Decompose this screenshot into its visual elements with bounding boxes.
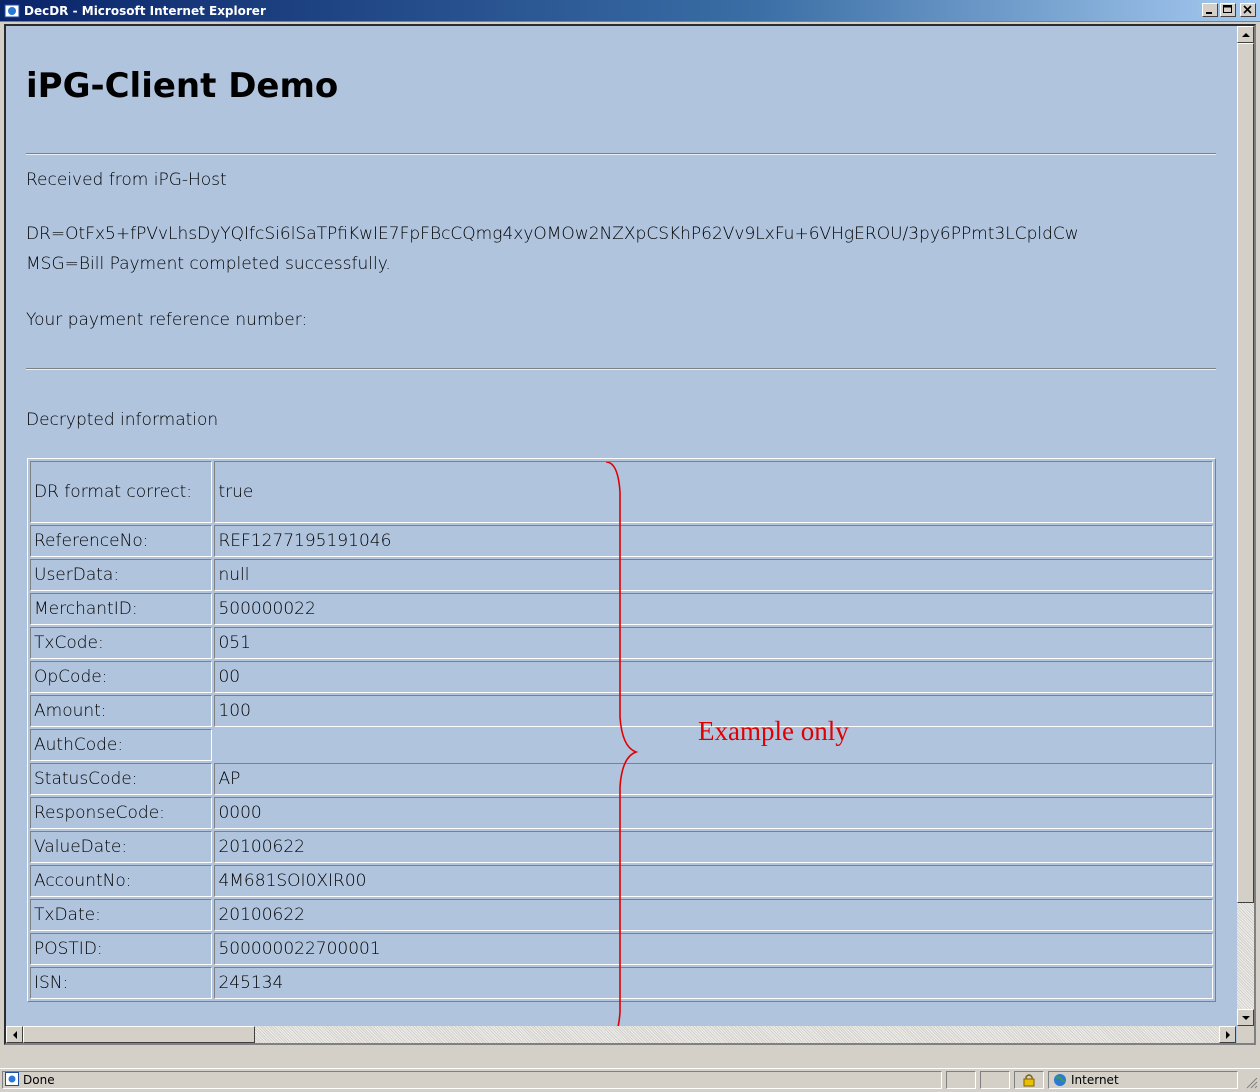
horizontal-rule xyxy=(26,368,1216,370)
page-done-icon xyxy=(5,1071,19,1089)
field-value: REF1277195191046 xyxy=(214,525,1213,557)
field-value: 20100622 xyxy=(214,899,1213,931)
field-value: 245134 xyxy=(214,967,1213,999)
field-label: DR format correct: xyxy=(30,461,213,523)
status-bar: Done Internet xyxy=(0,1068,1260,1091)
arrow-up-icon xyxy=(1241,32,1250,37)
horizontal-rule xyxy=(26,153,1216,155)
globe-icon xyxy=(1054,1074,1066,1086)
status-panel xyxy=(980,1071,1010,1089)
field-label: AccountNo: xyxy=(30,865,213,897)
close-button[interactable] xyxy=(1240,3,1256,17)
vertical-scrollbar[interactable] xyxy=(1237,26,1254,1026)
status-main-panel: Done xyxy=(2,1071,942,1089)
maximize-icon xyxy=(1223,5,1232,13)
field-label: ValueDate: xyxy=(30,831,213,863)
field-value: 500000022 xyxy=(214,593,1213,625)
field-label: Amount: xyxy=(30,695,213,727)
minimize-button[interactable] xyxy=(1202,3,1218,17)
arrow-right-icon xyxy=(1225,1030,1230,1039)
field-label: TxDate: xyxy=(30,899,213,931)
page-content: iPG-Client Demo Received from iPG-Host D… xyxy=(6,26,1236,1026)
scroll-left-button[interactable] xyxy=(6,1026,23,1043)
field-label: ReferenceNo: xyxy=(30,525,213,557)
scrollbar-corner xyxy=(1237,1026,1254,1043)
status-panel xyxy=(946,1071,976,1089)
field-value: 500000022700001 xyxy=(214,933,1213,965)
arrow-left-icon xyxy=(12,1030,17,1039)
maximize-button[interactable] xyxy=(1220,3,1236,17)
field-label: StatusCode: xyxy=(30,763,213,795)
msg-line: MSG=Bill Payment completed successfully. xyxy=(26,254,391,274)
field-label: UserData: xyxy=(30,559,213,591)
field-value: 0000 xyxy=(214,797,1213,829)
window-titlebar[interactable]: DecDR - Microsoft Internet Explorer xyxy=(0,0,1260,22)
minimize-icon xyxy=(1206,12,1212,14)
field-label: ResponseCode: xyxy=(30,797,213,829)
curly-brace-annotation xyxy=(606,462,639,1026)
field-value: true xyxy=(214,461,1213,523)
field-label: MerchantID: xyxy=(30,593,213,625)
received-from-text: Received from iPG-Host xyxy=(26,170,227,190)
field-value: 00 xyxy=(214,661,1213,693)
payment-reference-label: Your payment reference number: xyxy=(26,310,308,330)
decrypted-info-label: Decrypted information xyxy=(26,410,219,430)
close-icon xyxy=(1243,5,1252,14)
internet-explorer-icon xyxy=(4,3,20,19)
field-label: AuthCode: xyxy=(30,729,213,761)
field-label: TxCode: xyxy=(30,627,213,659)
field-value: 20100622 xyxy=(214,831,1213,863)
field-label: OpCode: xyxy=(30,661,213,693)
window-title: DecDR - Microsoft Internet Explorer xyxy=(24,3,266,18)
field-label: POSTID: xyxy=(30,933,213,965)
field-value: null xyxy=(214,559,1213,591)
field-value: 051 xyxy=(214,627,1213,659)
arrow-down-icon xyxy=(1241,1015,1250,1020)
scroll-down-button[interactable] xyxy=(1237,1009,1254,1026)
status-panel-zone: Internet xyxy=(1048,1071,1238,1089)
browser-viewport: iPG-Client Demo Received from iPG-Host D… xyxy=(4,24,1256,1045)
status-text: Done xyxy=(23,1073,55,1087)
vertical-scroll-thumb[interactable] xyxy=(1237,43,1254,903)
scroll-up-button[interactable] xyxy=(1237,26,1254,43)
scroll-right-button[interactable] xyxy=(1219,1026,1236,1043)
horizontal-scrollbar[interactable] xyxy=(6,1026,1236,1043)
dr-line: DR=OtFx5+fPVvLhsDyYQIfcSi6lSaTPfiKwIE7Fp… xyxy=(26,224,1079,244)
status-panel-security xyxy=(1014,1071,1044,1089)
resize-grip-icon[interactable] xyxy=(1244,1075,1258,1089)
field-value: AP xyxy=(214,763,1213,795)
page-title: iPG-Client Demo xyxy=(26,66,339,106)
zone-label: Internet xyxy=(1071,1073,1119,1087)
example-only-annotation: Example only xyxy=(698,716,849,746)
lock-icon xyxy=(1023,1074,1035,1087)
field-value: 4M681SOI0XIR00 xyxy=(214,865,1213,897)
field-label: ISN: xyxy=(30,967,213,999)
horizontal-scroll-thumb[interactable] xyxy=(23,1026,255,1043)
